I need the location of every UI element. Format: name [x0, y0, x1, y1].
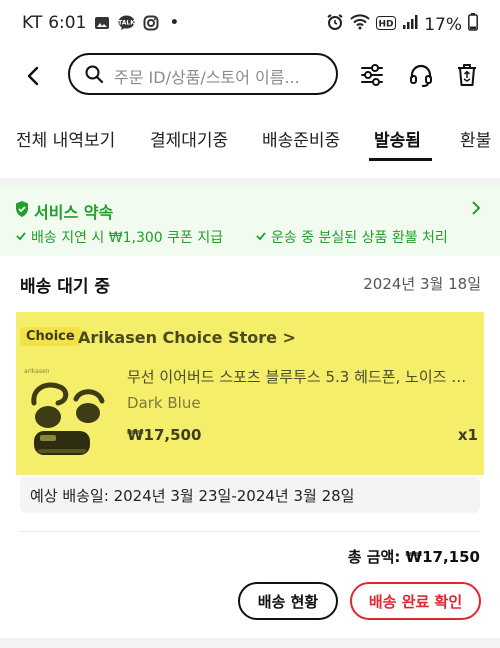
back-arrow-icon[interactable] [22, 64, 46, 88]
store-link[interactable]: Arikasen Choice Store > [78, 328, 296, 347]
divider [20, 531, 480, 532]
service-promise-banner[interactable]: 서비스 약속 배송 지연 시 ₩1,300 쿠폰 지급 운송 중 분실된 상품 … [0, 186, 500, 256]
order-header: 배송 대기 중 2024년 3월 18일 [0, 256, 500, 306]
battery-icon [468, 13, 478, 36]
benefit-refund: 운송 중 분실된 상품 환불 처리 [271, 230, 448, 246]
thumb-brand: arikasen [24, 368, 50, 375]
signal-icon [402, 14, 418, 35]
choice-badge: Choice [20, 327, 81, 346]
status-dot: • [169, 13, 180, 33]
hd-icon: HD [376, 15, 397, 35]
status-bar: KT 6:01 TALK • HD 17% [0, 0, 500, 48]
active-tab-indicator [369, 158, 432, 161]
shield-check-icon [14, 200, 30, 222]
confirm-delivery-button[interactable]: 배송 완료 확인 [350, 582, 481, 620]
trash-icon[interactable] [455, 62, 479, 92]
promise-benefit: 배송 지연 시 ₩1,300 쿠폰 지급 [16, 227, 223, 247]
product-quantity: x1 [457, 426, 478, 444]
tab-preparing[interactable]: 배송준비중 [262, 126, 340, 151]
instagram-icon [143, 15, 159, 31]
battery-level: 17% [424, 14, 462, 35]
order-status: 배송 대기 중 [20, 277, 111, 297]
search-input[interactable]: 주문 ID/상품/스토어 이름... [68, 53, 338, 95]
store-name: Arikasen Choice Store [78, 328, 277, 347]
product-thumbnail[interactable]: arikasen [20, 365, 110, 465]
chevron-right-icon [470, 200, 482, 220]
service-promise-title: 서비스 약속 [34, 203, 114, 222]
tab-awaiting-payment[interactable]: 결제대기중 [150, 126, 228, 151]
wifi-icon [350, 14, 370, 35]
store-chevron-icon: > [282, 328, 296, 347]
estimated-delivery: 예상 배송일: 2024년 3월 23일-2024년 3월 28일 [20, 477, 480, 513]
tab-shipped[interactable]: 발송됨 [374, 126, 421, 151]
header: 주문 ID/상품/스토어 이름... [0, 52, 500, 102]
order-total: 총 금액: ₩17,150 [347, 548, 480, 566]
track-shipment-button[interactable]: 배송 현황 [238, 582, 338, 620]
talk-icon: TALK [118, 15, 135, 31]
gallery-icon [94, 15, 110, 31]
divider [0, 638, 500, 648]
check-icon [256, 229, 266, 245]
order-item[interactable]: Choice Arikasen Choice Store > arikasen … [16, 312, 484, 475]
carrier: KT [22, 13, 43, 33]
divider [0, 178, 500, 186]
search-icon [84, 64, 104, 88]
headset-icon[interactable] [408, 62, 434, 92]
search-placeholder: 주문 ID/상품/스토어 이름... [114, 68, 300, 87]
tab-refund[interactable]: 환불 [460, 126, 491, 151]
tab-all[interactable]: 전체 내역보기 [16, 126, 115, 151]
svg-text:HD: HD [379, 19, 394, 29]
product-name: 무선 이어버드 스포츠 블루투스 5.3 헤드폰, 노이즈 캔슬링 [127, 368, 477, 386]
check-icon [16, 229, 26, 245]
filter-icon[interactable] [359, 62, 385, 92]
order-tabs: 전체 내역보기 결제대기중 배송준비중 발송됨 환불 [0, 118, 500, 166]
order-date: 2024년 3월 18일 [363, 275, 481, 293]
product-variant: Dark Blue [127, 394, 201, 412]
estimated-delivery-text: 예상 배송일: 2024년 3월 23일-2024년 3월 28일 [30, 487, 355, 505]
benefit-coupon: 배송 지연 시 ₩1,300 쿠폰 지급 [31, 230, 224, 246]
product-price: ₩17,500 [127, 426, 202, 444]
promise-benefit: 운송 중 분실된 상품 환불 처리 [256, 227, 448, 247]
svg-text:TALK: TALK [119, 20, 136, 27]
alarm-icon [326, 13, 344, 36]
clock: 6:01 [48, 13, 87, 33]
service-promise-title-row: 서비스 약속 [14, 199, 113, 223]
